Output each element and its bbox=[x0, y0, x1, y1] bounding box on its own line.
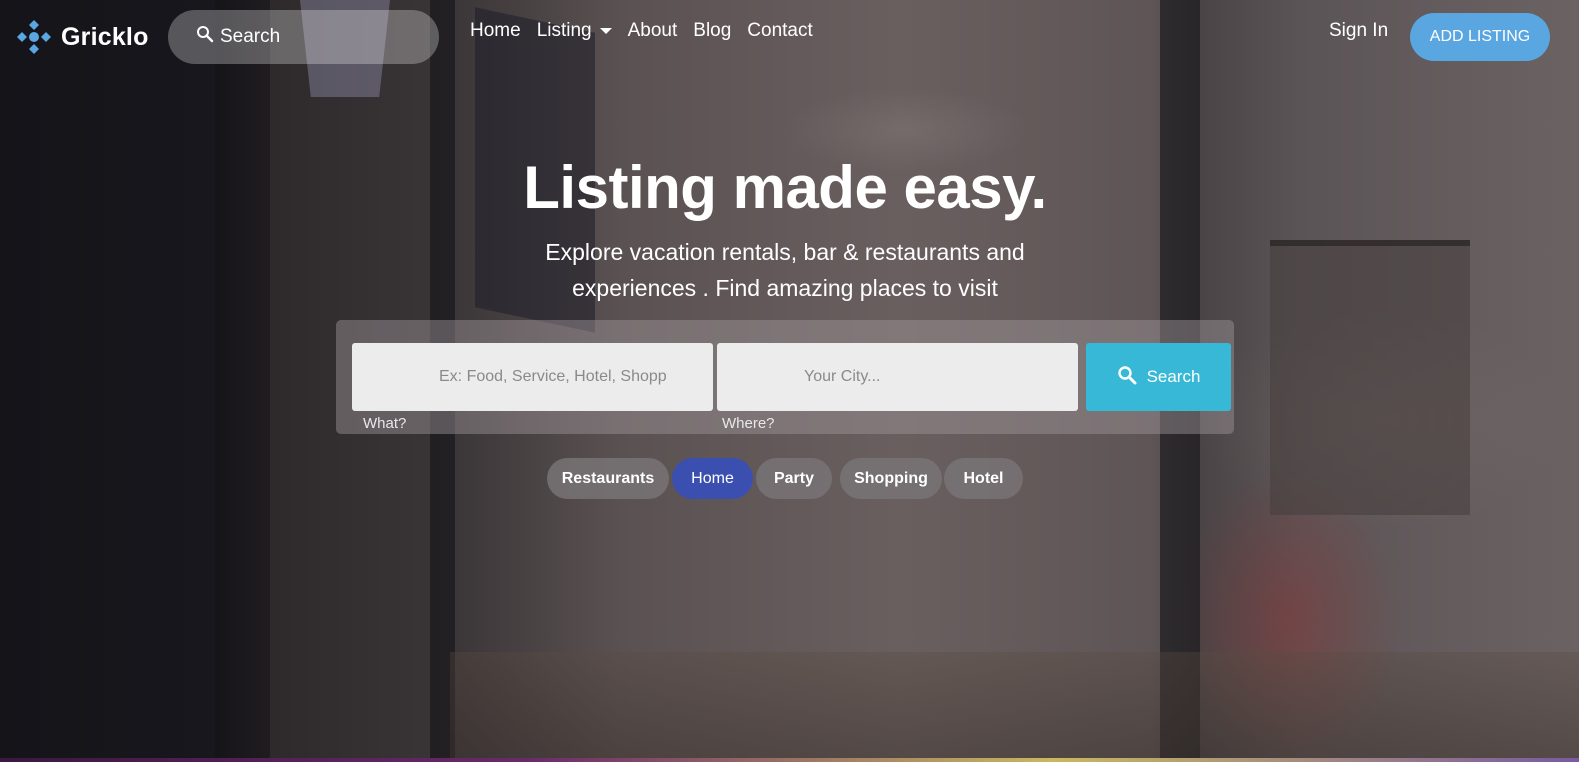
bottom-accent-line bbox=[0, 758, 1579, 762]
where-label: Where? bbox=[722, 415, 775, 432]
hero-title: Listing made easy. bbox=[523, 154, 1047, 221]
hero-subtitle: Explore vacation rentals, bar & restaura… bbox=[545, 239, 1025, 301]
chip-home[interactable]: Home bbox=[672, 458, 753, 499]
what-input[interactable]: Ex: Food, Service, Hotel, Shopp bbox=[352, 343, 713, 411]
sign-in-link[interactable]: Sign In bbox=[1329, 20, 1388, 42]
search-button[interactable]: Search bbox=[1086, 343, 1231, 411]
brand-logo[interactable]: Gricklo bbox=[15, 18, 149, 56]
search-icon bbox=[1117, 365, 1137, 390]
chip-restaurants[interactable]: Restaurants bbox=[547, 458, 669, 499]
background-floor bbox=[450, 652, 1579, 762]
add-listing-button[interactable]: ADD LISTING bbox=[1410, 13, 1550, 61]
nav-link-home[interactable]: Home bbox=[470, 20, 521, 42]
search-button-label: Search bbox=[1146, 367, 1201, 386]
where-input[interactable]: Your City... bbox=[717, 343, 1078, 411]
nav-links: Home Listing About Blog Contact bbox=[470, 20, 813, 42]
nav-search-button[interactable]: Search bbox=[168, 10, 439, 64]
nav-link-listing-label: Listing bbox=[536, 20, 592, 41]
nav-link-blog[interactable]: Blog bbox=[693, 20, 731, 42]
chip-shopping[interactable]: Shopping bbox=[840, 458, 942, 499]
caret-down-icon bbox=[599, 28, 612, 34]
top-navbar: Gricklo Search Home Listing About Blog C… bbox=[0, 0, 1579, 72]
nav-link-contact[interactable]: Contact bbox=[747, 20, 812, 42]
chip-party[interactable]: Party bbox=[756, 458, 832, 499]
search-panel: Ex: Food, Service, Hotel, Shopp Your Cit… bbox=[336, 320, 1234, 434]
nav-link-about[interactable]: About bbox=[628, 20, 678, 42]
nav-link-listing[interactable]: Listing bbox=[537, 20, 612, 42]
background-pillar bbox=[215, 0, 270, 762]
chip-hotel[interactable]: Hotel bbox=[944, 458, 1023, 499]
what-label: What? bbox=[363, 415, 407, 432]
background-menu-board bbox=[1270, 240, 1470, 515]
search-icon bbox=[196, 25, 214, 49]
brand-name: Gricklo bbox=[61, 22, 149, 51]
logo-diamond-icon bbox=[15, 18, 53, 56]
nav-search-label: Search bbox=[220, 26, 281, 47]
